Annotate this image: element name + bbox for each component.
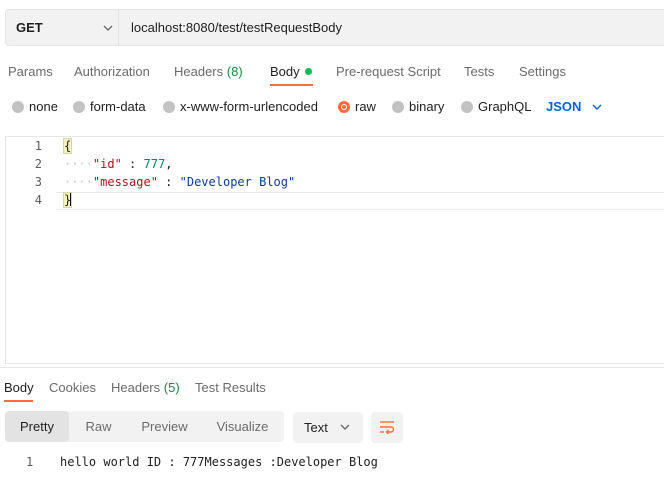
response-tab-cookies[interactable]: Cookies [49, 380, 96, 395]
response-view-switcher: Pretty Raw Preview Visualize [5, 411, 284, 442]
json-value-id: 777 [143, 157, 166, 171]
radio-binary-label[interactable]: binary [409, 99, 444, 114]
json-separator: : [121, 157, 144, 171]
url-text: localhost:8080/test/testRequestBody [131, 20, 343, 35]
chevron-down-icon[interactable] [591, 101, 603, 113]
view-raw-button[interactable]: Raw [69, 411, 128, 442]
response-tab-headers-count: (5) [163, 380, 180, 395]
active-tab-underline [270, 84, 313, 86]
tab-body-label: Body [270, 64, 300, 79]
view-preview-button[interactable]: Preview [128, 411, 201, 442]
radio-urlencoded-label[interactable]: x-www-form-urlencoded [180, 99, 318, 114]
tab-headers-count: (8) [226, 64, 243, 79]
chevron-down-icon [103, 25, 113, 31]
radio-urlencoded[interactable] [163, 101, 175, 113]
response-tab-headers[interactable]: Headers (5) [111, 380, 180, 395]
tab-settings[interactable]: Settings [519, 64, 566, 79]
response-tab-test-results[interactable]: Test Results [195, 380, 266, 395]
tab-headers[interactable]: Headers (8) [174, 64, 243, 79]
radio-form-data-label[interactable]: form-data [90, 99, 146, 114]
indent-whitespace: ···· [64, 157, 93, 171]
code-line: 4 } [6, 192, 664, 211]
tab-headers-label: Headers [174, 64, 224, 79]
code-line: 2 ····"id" : 777, [6, 157, 664, 175]
tab-body[interactable]: Body [270, 64, 312, 79]
response-format-label: Text [304, 420, 328, 435]
wrap-lines-icon [380, 421, 395, 435]
tab-tests[interactable]: Tests [464, 64, 494, 79]
radio-none[interactable] [12, 101, 24, 113]
response-body-text: hello world ID : 777Messages :Developer … [60, 455, 378, 469]
wrap-lines-button[interactable] [371, 412, 403, 443]
open-brace: { [62, 138, 73, 154]
json-key-message: "message" [92, 175, 158, 189]
radio-none-label[interactable]: none [29, 99, 58, 114]
radio-raw-label[interactable]: raw [355, 99, 376, 114]
text-cursor [70, 193, 73, 206]
radio-raw[interactable] [338, 101, 350, 113]
response-format-dropdown[interactable]: Text [293, 412, 363, 443]
response-tab-headers-label: Headers [111, 380, 161, 395]
json-key-id: "id" [92, 157, 122, 171]
active-tab-underline [4, 400, 33, 402]
method-label: GET [16, 20, 43, 35]
indent-whitespace: ···· [64, 175, 93, 189]
tab-pre-request-script[interactable]: Pre-request Script [336, 64, 441, 79]
request-body-editor[interactable]: 1 { 2 ····"id" : 777, 3 ····"message" : … [5, 136, 664, 364]
json-comma: , [165, 157, 173, 171]
line-number: 3 [34, 175, 42, 189]
radio-graphql[interactable] [461, 101, 473, 113]
chevron-down-icon [340, 424, 350, 430]
url-input[interactable]: localhost:8080/test/testRequestBody [118, 9, 664, 46]
view-visualize-button[interactable]: Visualize [201, 411, 284, 442]
radio-binary[interactable] [392, 101, 404, 113]
line-number: 1 [34, 139, 42, 153]
view-pretty-button[interactable]: Pretty [5, 411, 69, 442]
body-indicator-dot-icon [304, 68, 312, 75]
tab-authorization[interactable]: Authorization [74, 64, 150, 79]
tab-params[interactable]: Params [8, 64, 53, 79]
json-value-message: "Developer Blog" [179, 175, 296, 189]
radio-graphql-label[interactable]: GraphQL [478, 99, 531, 114]
response-line-number: 1 [26, 455, 34, 469]
pane-divider[interactable] [0, 367, 664, 368]
body-format-dropdown[interactable]: JSON [546, 99, 581, 114]
line-number: 4 [34, 193, 42, 207]
code-line: 3 ····"message" : "Developer Blog" [6, 175, 664, 193]
radio-form-data[interactable] [73, 101, 85, 113]
json-separator: : [157, 175, 180, 189]
response-tab-body[interactable]: Body [4, 380, 34, 395]
code-line: 1 { [6, 138, 664, 157]
method-selector[interactable]: GET [5, 9, 118, 46]
line-number: 2 [34, 157, 42, 171]
